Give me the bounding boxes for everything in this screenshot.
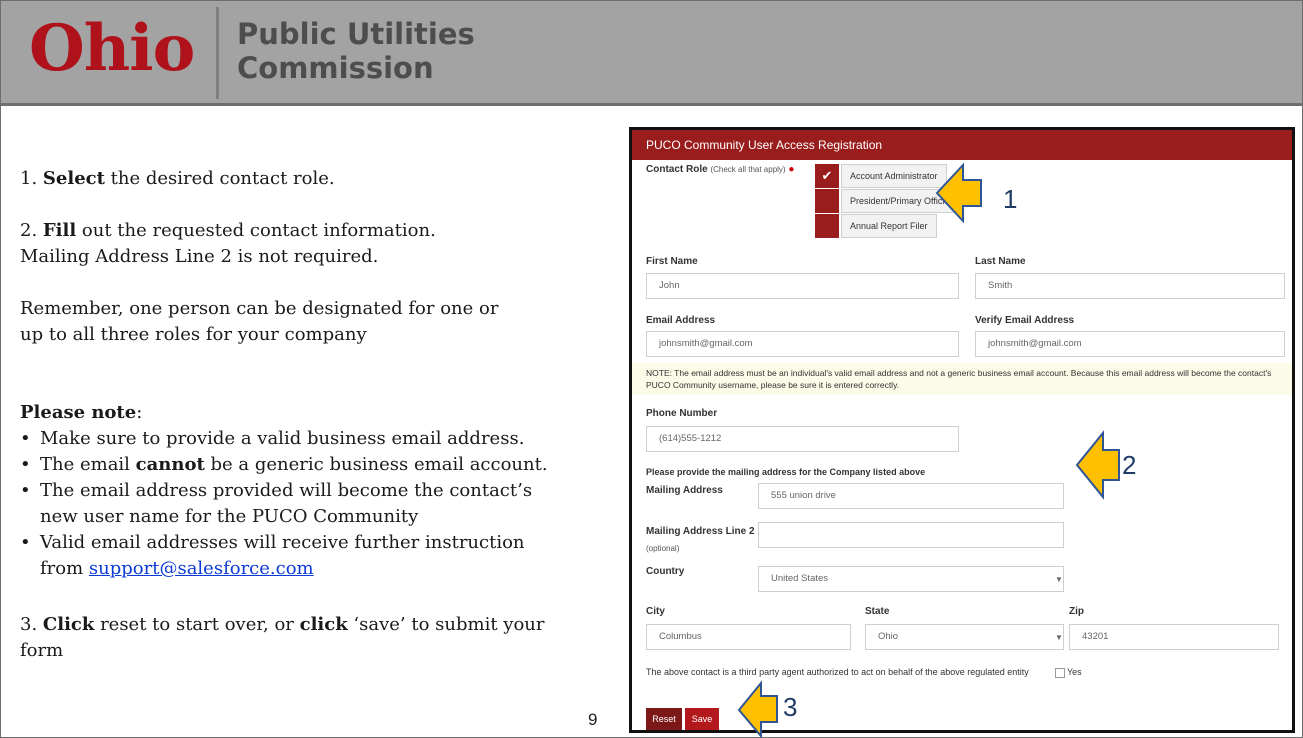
step-1-verb: Select (42, 168, 105, 189)
ohio-logo: Ohio (29, 11, 195, 86)
verify-email-input[interactable]: johnsmith@gmail.com (975, 331, 1285, 357)
state-select[interactable]: Ohio (865, 624, 1064, 650)
mailing-address-label-text: Mailing Address (646, 485, 723, 496)
note-bullet-3: The email address provided will become t… (20, 478, 630, 530)
city-label: City (646, 606, 665, 617)
phone-input[interactable]: (614)555-1212 (646, 426, 959, 452)
state-chevron-down-icon: ▼ (1055, 633, 1063, 642)
step-3-post: ‘save’ to submit your (347, 614, 545, 635)
step-2-text: out the requested contact information. (76, 220, 436, 241)
support-email-link[interactable]: support@salesforce.com (89, 558, 314, 579)
note-bullet-1: Make sure to provide a valid business em… (20, 426, 630, 452)
step-3-number: 3. (20, 614, 43, 635)
step-2-verb: Fill (42, 220, 77, 241)
bullet-4-line-1: Valid email addresses will receive furth… (40, 532, 525, 553)
email-label: Email Address (646, 315, 716, 326)
email-note: NOTE: The email address must be an indiv… (632, 363, 1292, 395)
save-button[interactable]: Save (685, 708, 719, 730)
mailing-intro: Please provide the mailing address for t… (646, 467, 926, 477)
callout-arrow-2-icon (1075, 430, 1120, 500)
step-3-verb-1: Click (42, 614, 95, 635)
mailing-address-2-input[interactable] (758, 522, 1064, 548)
please-note-heading: Please note: (20, 400, 630, 426)
mailing-address-2-label: Mailing Address Line 2 (646, 526, 755, 537)
role-checkbox-account-admin[interactable]: ✔ (815, 164, 839, 188)
bullet-2-post: be a generic business email account. (204, 454, 548, 475)
step-3: 3. Click reset to start over, or click ‘… (20, 612, 630, 638)
note-bullet-4: Valid email addresses will receive furth… (20, 530, 630, 582)
logo-divider (216, 7, 219, 99)
zip-label: Zip (1069, 606, 1084, 617)
step-3-line-2: form (20, 640, 64, 661)
callout-arrow-1-icon (935, 162, 982, 224)
first-name-label: First Name (646, 256, 698, 267)
role-checkbox-annual-report[interactable] (815, 214, 839, 238)
verify-email-label: Verify Email Address (975, 315, 1075, 326)
step-3-verb-2: click (299, 614, 348, 635)
first-name-input[interactable]: John (646, 273, 959, 299)
mailing-address-input[interactable]: 555 union drive (758, 483, 1064, 509)
country-select[interactable]: United States (758, 566, 1064, 592)
callout-arrow-3-icon (737, 680, 778, 738)
role-label-annual-report[interactable]: Annual Report Filer (841, 214, 937, 238)
bullet-2-pre: The email (40, 454, 136, 475)
country-chevron-down-icon: ▼ (1055, 575, 1063, 584)
step-1-number: 1. (20, 168, 43, 189)
bullet-3-line-2: new user name for the PUCO Community (40, 506, 419, 527)
form-title: PUCO Community User Access Registration (632, 130, 1292, 160)
phone-label: Phone Number (646, 408, 718, 419)
role-label-account-admin[interactable]: Account Administrator (841, 164, 947, 188)
contact-role-hint: (Check all that apply) (710, 165, 786, 174)
last-name-input[interactable]: Smith (975, 273, 1285, 299)
step-2-number: 2. (20, 220, 43, 241)
state-label: State (865, 606, 890, 617)
slide-number: 9 (588, 710, 598, 729)
instructions-panel: 1. Select the desired contact role. 2. F… (20, 166, 630, 664)
contact-role-text: Contact Role (646, 164, 708, 175)
callout-label-2: 2 (1122, 450, 1137, 480)
callout-label-3: 3 (783, 692, 798, 722)
agent-checkbox[interactable] (1055, 668, 1065, 678)
step-3-mid: reset to start over, or (94, 614, 300, 635)
slide-header: Ohio Public Utilities Commission (1, 1, 1302, 106)
step-2: 2. Fill out the requested contact inform… (20, 218, 630, 244)
agent-yes-label: Yes (1067, 667, 1082, 677)
bullet-4-pre: from (40, 558, 89, 579)
mailing-address-2-hint: (optional) (646, 544, 680, 553)
step-1-text: the desired contact role. (104, 168, 335, 189)
step-2-line-2: Mailing Address Line 2 is not required. (20, 246, 379, 267)
last-name-label: Last Name (975, 256, 1026, 267)
country-label: Country (646, 566, 685, 577)
city-input[interactable]: Columbus (646, 624, 851, 650)
note-bullet-2: The email cannot be a generic business e… (20, 452, 630, 478)
role-checkbox-president[interactable] (815, 189, 839, 213)
please-note-colon: : (136, 402, 143, 423)
org-line-2: Commission (237, 51, 434, 85)
org-name: Public Utilities Commission (237, 17, 475, 85)
email-input[interactable]: johnsmith@gmail.com (646, 331, 959, 357)
step-1: 1. Select the desired contact role. (20, 166, 630, 192)
callout-label-1: 1 (1003, 184, 1018, 214)
info-icon: ● (788, 164, 795, 175)
please-note-label: Please note (20, 402, 137, 423)
agent-statement: The above contact is a third party agent… (646, 667, 1029, 677)
bullet-3-line-1: The email address provided will become t… (40, 480, 533, 501)
remember-line-1: Remember, one person can be designated f… (20, 298, 499, 319)
org-line-1: Public Utilities (237, 17, 475, 51)
reset-button[interactable]: Reset (646, 708, 682, 730)
zip-input[interactable]: 43201 (1069, 624, 1279, 650)
contact-role-label: Contact Role (Check all that apply) ● (646, 164, 794, 175)
remember-line-2: up to all three roles for your company (20, 324, 367, 345)
bullet-2-bold: cannot (135, 454, 205, 475)
